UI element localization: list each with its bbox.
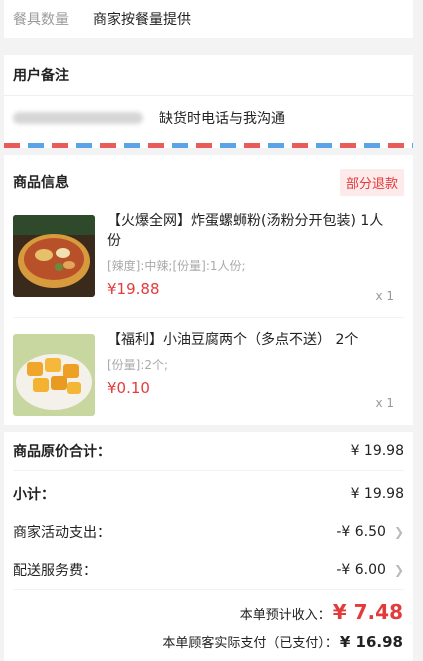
goods-header: 商品信息 部分退款: [13, 155, 404, 209]
remark-content: 缺货时电话与我沟通: [13, 96, 404, 140]
goods-section: 商品信息 部分退款 【火爆全网】炸蛋螺蛳粉(汤粉分开包装) 1人份 [辣度]:中: [4, 155, 413, 425]
goods-spec: [份量]:2个;: [107, 358, 169, 372]
goods-item[interactable]: 【福利】小油豆腐两个（多点不送） 2个 [份量]:2个; ¥0.10 x 1: [13, 317, 404, 424]
tableware-label: 餐具数量: [13, 12, 69, 28]
remark-title: 用户备注: [13, 68, 69, 84]
customer-paid: 本单顾客实际支付（已支付）： ¥ 16.98: [162, 632, 403, 651]
original-total-value: ¥ 19.98: [350, 443, 404, 459]
remark-section: 用户备注 缺货时电话与我沟通: [4, 55, 413, 145]
airmail-border: [4, 143, 413, 148]
order-detail-page: 餐具数量 商家按餐量提供 用户备注 缺货时电话与我沟通 商品信息 部分退款 【火…: [0, 0, 423, 661]
redacted-text: [13, 112, 143, 124]
delivery-label: 配送服务费：: [13, 563, 97, 579]
tableware-value: 商家按餐量提供: [93, 12, 191, 28]
goods-price: ¥19.88: [107, 280, 160, 298]
income-value: ¥ 7.48: [332, 600, 403, 624]
paid-label: 本单顾客实际支付（已支付）：: [162, 636, 338, 651]
estimated-income: 本单预计收入： ¥ 7.48: [240, 600, 403, 624]
goods-name: 【火爆全网】炸蛋螺蛳粉(汤粉分开包装) 1人份: [107, 213, 384, 249]
noodles-thumbnail: [13, 215, 95, 297]
chevron-right-icon[interactable]: ❯: [394, 563, 404, 577]
summary-section: 商品原价合计： ¥ 19.98 小计： ¥ 19.98 商家活动支出： -¥ 6…: [4, 432, 413, 661]
goods-quantity: x 1: [375, 289, 394, 303]
goods-title: 商品信息: [13, 175, 69, 191]
delivery-row[interactable]: 配送服务费： -¥ 6.00 ❯: [13, 551, 404, 590]
paid-value: ¥ 16.98: [339, 633, 403, 651]
promo-label: 商家活动支出：: [13, 525, 111, 541]
chevron-right-icon[interactable]: ❯: [394, 525, 404, 539]
goods-spec: [辣度]:中辣;[份量]:1人份;: [107, 259, 246, 273]
tofu-thumbnail: [13, 334, 95, 416]
income-label: 本单预计收入：: [239, 608, 331, 623]
promo-value: -¥ 6.50: [336, 524, 386, 540]
goods-price: ¥0.10: [107, 379, 150, 397]
promo-row[interactable]: 商家活动支出： -¥ 6.50 ❯: [13, 513, 404, 551]
remark-text: 缺货时电话与我沟通: [159, 111, 285, 127]
subtotal-value: ¥ 19.98: [350, 486, 404, 502]
goods-name: 【福利】小油豆腐两个（多点不送） 2个: [107, 332, 359, 348]
original-total-label: 商品原价合计：: [13, 444, 111, 460]
tableware-row: 餐具数量 商家按餐量提供: [4, 0, 413, 38]
goods-item[interactable]: 【火爆全网】炸蛋螺蛳粉(汤粉分开包装) 1人份 [辣度]:中辣;[份量]:1人份…: [13, 209, 404, 317]
subtotal-row: 小计： ¥ 19.98: [13, 475, 404, 513]
subtotal-label: 小计：: [13, 487, 55, 503]
goods-quantity: x 1: [375, 396, 394, 410]
partial-refund-badge[interactable]: 部分退款: [339, 168, 404, 196]
original-total-row: 商品原价合计： ¥ 19.98: [13, 432, 404, 471]
delivery-value: -¥ 6.00: [336, 562, 386, 578]
